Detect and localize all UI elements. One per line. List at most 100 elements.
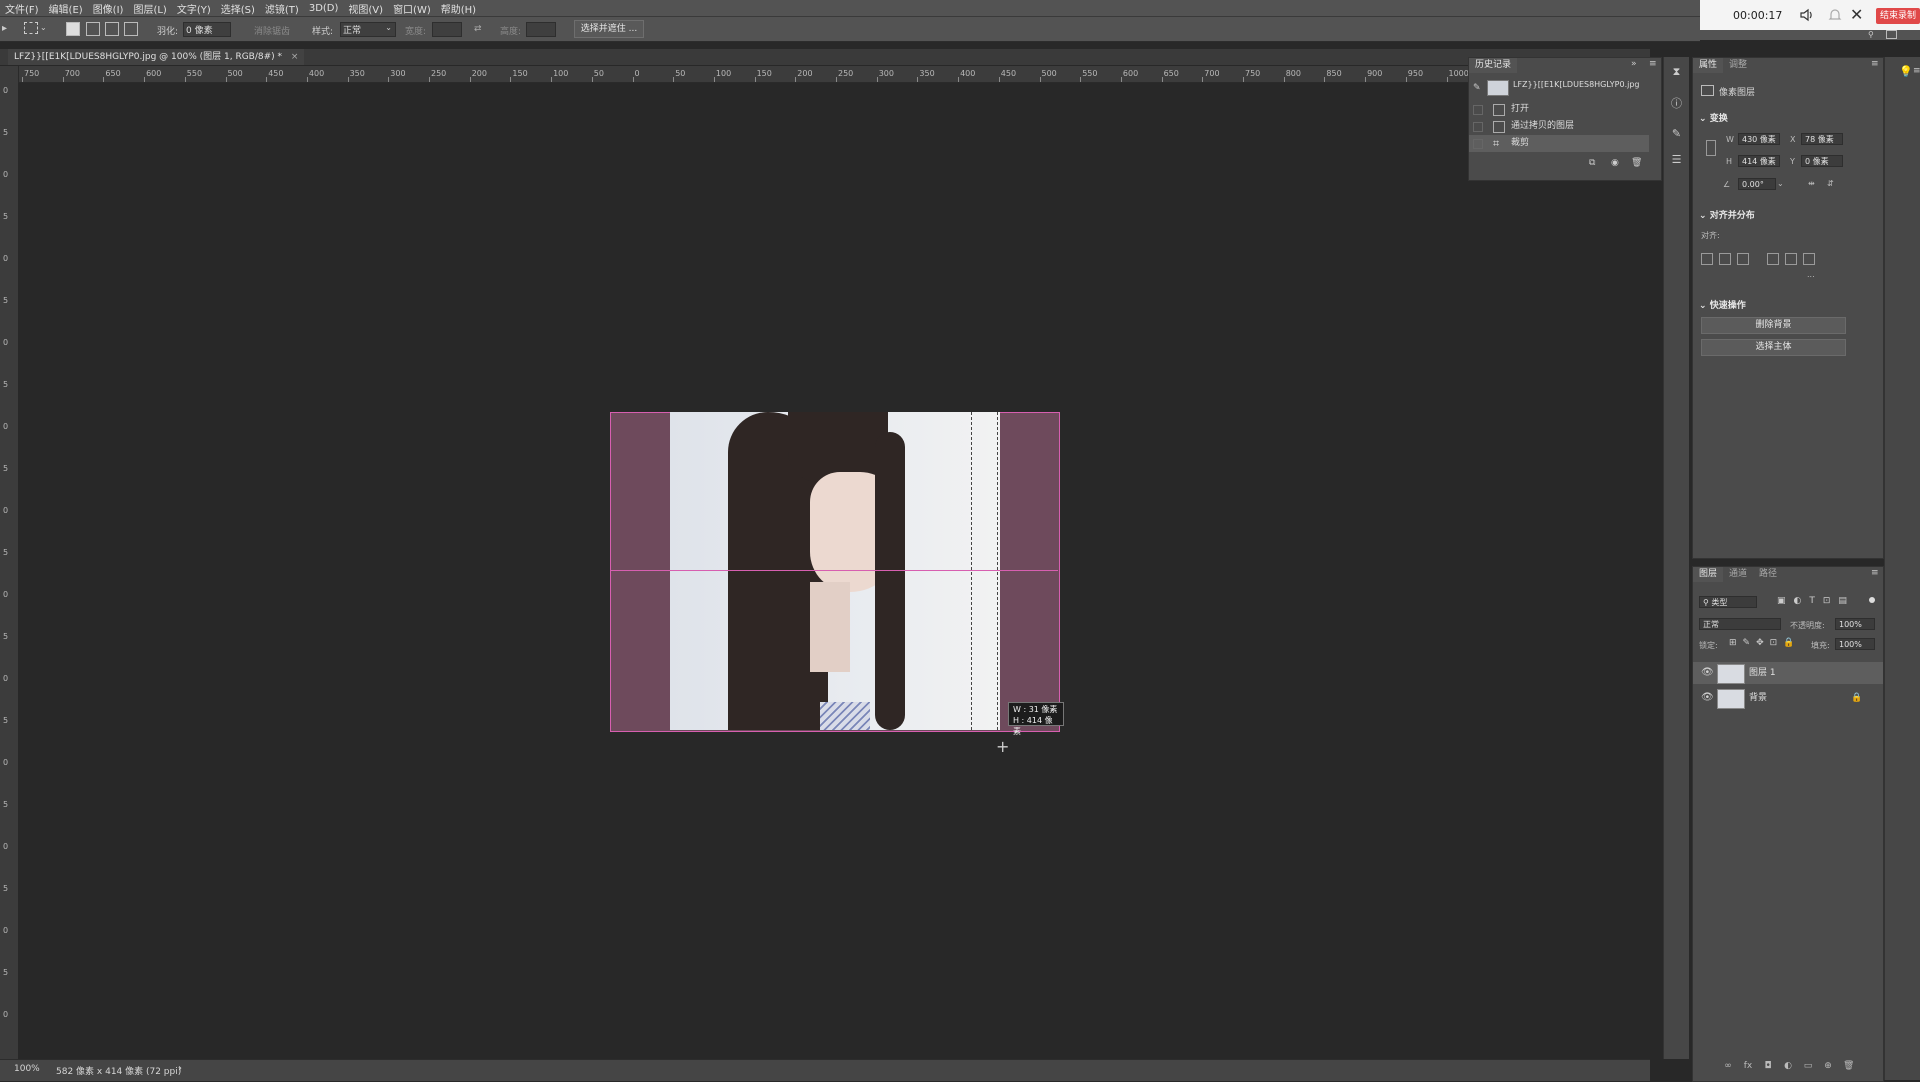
- tab-paths[interactable]: 路径: [1753, 567, 1784, 582]
- marquee-tool-icon[interactable]: [24, 22, 38, 34]
- trash-icon[interactable]: 🗑: [1843, 1061, 1854, 1071]
- brush-icon[interactable]: ✎: [1670, 127, 1683, 140]
- menu-layer[interactable]: 图层(L): [128, 1, 171, 16]
- group-icon[interactable]: ▭: [1803, 1061, 1813, 1071]
- history-snapshot[interactable]: ✎ LFZ}}[[E1K[LDUES8HGLYP0.jpg: [1469, 78, 1649, 96]
- height-input[interactable]: [526, 22, 556, 37]
- filter-toggle-icon[interactable]: [1869, 597, 1875, 603]
- end-recording-button[interactable]: 结束录制: [1876, 8, 1920, 24]
- angle-field[interactable]: 0.00°: [1738, 178, 1776, 190]
- align-section-title[interactable]: ⌄ 对齐并分布: [1699, 208, 1755, 221]
- panel-menu-icon[interactable]: ≡: [1649, 59, 1657, 69]
- feather-input[interactable]: 0 像素: [183, 22, 231, 37]
- menu-select[interactable]: 选择(S): [216, 1, 260, 16]
- adjustment-layer-icon[interactable]: ◐: [1783, 1061, 1793, 1071]
- menu-type[interactable]: 文字(Y): [172, 1, 216, 16]
- flip-vertical-icon[interactable]: ⇵: [1827, 179, 1834, 188]
- menu-view[interactable]: 视图(V): [343, 1, 388, 16]
- menu-window[interactable]: 窗口(W): [388, 1, 436, 16]
- add-selection-icon[interactable]: [86, 22, 100, 36]
- move-tool-icon[interactable]: ▸: [2, 23, 7, 34]
- document-tab[interactable]: LFZ}}[[E1K[LDUES8HGLYP0.jpg @ 100% (图层 1…: [8, 49, 305, 65]
- panel-menu-icon[interactable]: ≡: [1871, 568, 1879, 578]
- subtract-selection-icon[interactable]: [105, 22, 119, 36]
- history-checkbox[interactable]: [1473, 139, 1483, 149]
- status-menu-arrow-icon[interactable]: ›: [178, 1063, 182, 1074]
- close-tab-icon[interactable]: ×: [291, 52, 299, 62]
- history-checkbox[interactable]: [1473, 122, 1483, 132]
- align-top-icon[interactable]: [1767, 253, 1779, 265]
- tab-adjustments[interactable]: 调整: [1723, 58, 1754, 73]
- visibility-eye-icon[interactable]: 👁: [1701, 667, 1714, 679]
- remove-background-button[interactable]: 删除背景: [1701, 317, 1846, 334]
- collapse-panel-icon[interactable]: »: [1631, 59, 1637, 69]
- flip-horizontal-icon[interactable]: ⇹: [1808, 179, 1815, 188]
- width-field[interactable]: 430 像素: [1738, 133, 1780, 145]
- align-center-v-icon[interactable]: [1785, 253, 1797, 265]
- tab-properties[interactable]: 属性: [1693, 58, 1724, 73]
- lightbulb-icon[interactable]: 💡: [1899, 65, 1913, 78]
- search-icon[interactable]: ⚲: [1868, 30, 1874, 39]
- layer-name[interactable]: 图层 1: [1749, 662, 1776, 684]
- align-center-h-icon[interactable]: [1719, 253, 1731, 265]
- menu-image[interactable]: 图像(I): [88, 1, 129, 16]
- new-document-from-state-icon[interactable]: ⧉: [1589, 158, 1595, 168]
- panel-menu-icon[interactable]: ≡: [1871, 59, 1879, 69]
- align-bottom-icon[interactable]: [1803, 253, 1815, 265]
- antialias-checkbox[interactable]: 消除锯齿: [254, 24, 290, 37]
- link-icon[interactable]: [1706, 140, 1716, 156]
- tab-channels[interactable]: 通道: [1723, 567, 1754, 582]
- y-field[interactable]: 0 像素: [1801, 155, 1843, 167]
- speaker-icon[interactable]: [1798, 6, 1816, 24]
- menu-edit[interactable]: 编辑(E): [44, 1, 88, 16]
- visibility-eye-icon[interactable]: 👁: [1701, 692, 1714, 704]
- history-item-copy-layer[interactable]: 通过拷贝的图层: [1469, 118, 1649, 135]
- lock-option-icons[interactable]: ⊞✎✥⊡🔒: [1729, 638, 1800, 648]
- history-panel-icon[interactable]: ⧗: [1670, 65, 1683, 78]
- transform-section-title[interactable]: ⌄ 变换: [1699, 111, 1728, 124]
- history-tab[interactable]: 历史记录: [1469, 58, 1518, 73]
- tool-preset-chevron-icon[interactable]: ⌄: [40, 23, 47, 32]
- x-field[interactable]: 78 像素: [1801, 133, 1843, 145]
- intersect-selection-icon[interactable]: [124, 22, 138, 36]
- new-selection-icon[interactable]: [66, 22, 80, 36]
- menu-filter[interactable]: 滤镜(T): [260, 1, 304, 16]
- layer-name[interactable]: 背景: [1749, 687, 1767, 709]
- close-icon[interactable]: ✕: [1850, 5, 1863, 24]
- layer-row-layer1[interactable]: 👁 图层 1: [1693, 662, 1883, 684]
- tab-layers[interactable]: 图层: [1693, 567, 1724, 582]
- select-subject-button[interactable]: 选择主体: [1701, 339, 1846, 356]
- adjustments-icon[interactable]: ☰: [1670, 153, 1683, 166]
- quick-actions-section-title[interactable]: ⌄ 快速操作: [1699, 298, 1746, 311]
- align-right-icon[interactable]: [1737, 253, 1749, 265]
- new-layer-icon[interactable]: ⊕: [1823, 1061, 1833, 1071]
- mute-icon[interactable]: [1826, 6, 1844, 24]
- more-options-icon[interactable]: ...: [1807, 270, 1815, 279]
- trash-icon[interactable]: 🗑: [1631, 158, 1642, 168]
- history-checkbox[interactable]: [1473, 105, 1483, 115]
- fill-field[interactable]: 100%: [1835, 638, 1875, 650]
- menu-help[interactable]: 帮助(H): [436, 1, 481, 16]
- layer-row-background[interactable]: 👁 背景 🔒: [1693, 687, 1883, 709]
- history-item-open[interactable]: 打开: [1469, 101, 1649, 118]
- camera-icon[interactable]: ◉: [1611, 158, 1619, 168]
- info-icon[interactable]: ⓘ: [1670, 97, 1683, 110]
- partial-icon[interactable]: ≡: [1913, 66, 1920, 76]
- zoom-level[interactable]: 100%: [14, 1064, 40, 1074]
- swap-icon[interactable]: ⇄: [474, 24, 482, 34]
- style-select[interactable]: 正常 ⌄: [340, 22, 396, 37]
- menu-3d[interactable]: 3D(D): [304, 3, 344, 14]
- blend-mode-select[interactable]: 正常: [1699, 618, 1781, 630]
- lock-icon[interactable]: 🔒: [1851, 687, 1862, 709]
- angle-chevron-icon[interactable]: ⌄: [1777, 179, 1784, 188]
- height-field[interactable]: 414 像素: [1738, 155, 1780, 167]
- width-input[interactable]: [432, 22, 462, 37]
- select-and-mask-button[interactable]: 选择并遮住 ...: [574, 20, 644, 38]
- fx-icon[interactable]: fx: [1743, 1061, 1753, 1071]
- menu-file[interactable]: 文件(F): [0, 1, 44, 16]
- align-left-icon[interactable]: [1701, 253, 1713, 265]
- layer-filter-icons[interactable]: ▣◐T⊡▤: [1777, 596, 1855, 606]
- opacity-field[interactable]: 100%: [1835, 618, 1875, 630]
- history-item-crop[interactable]: ⌗ 裁剪: [1469, 135, 1649, 152]
- layer-filter-select[interactable]: ⚲ 类型: [1699, 596, 1757, 608]
